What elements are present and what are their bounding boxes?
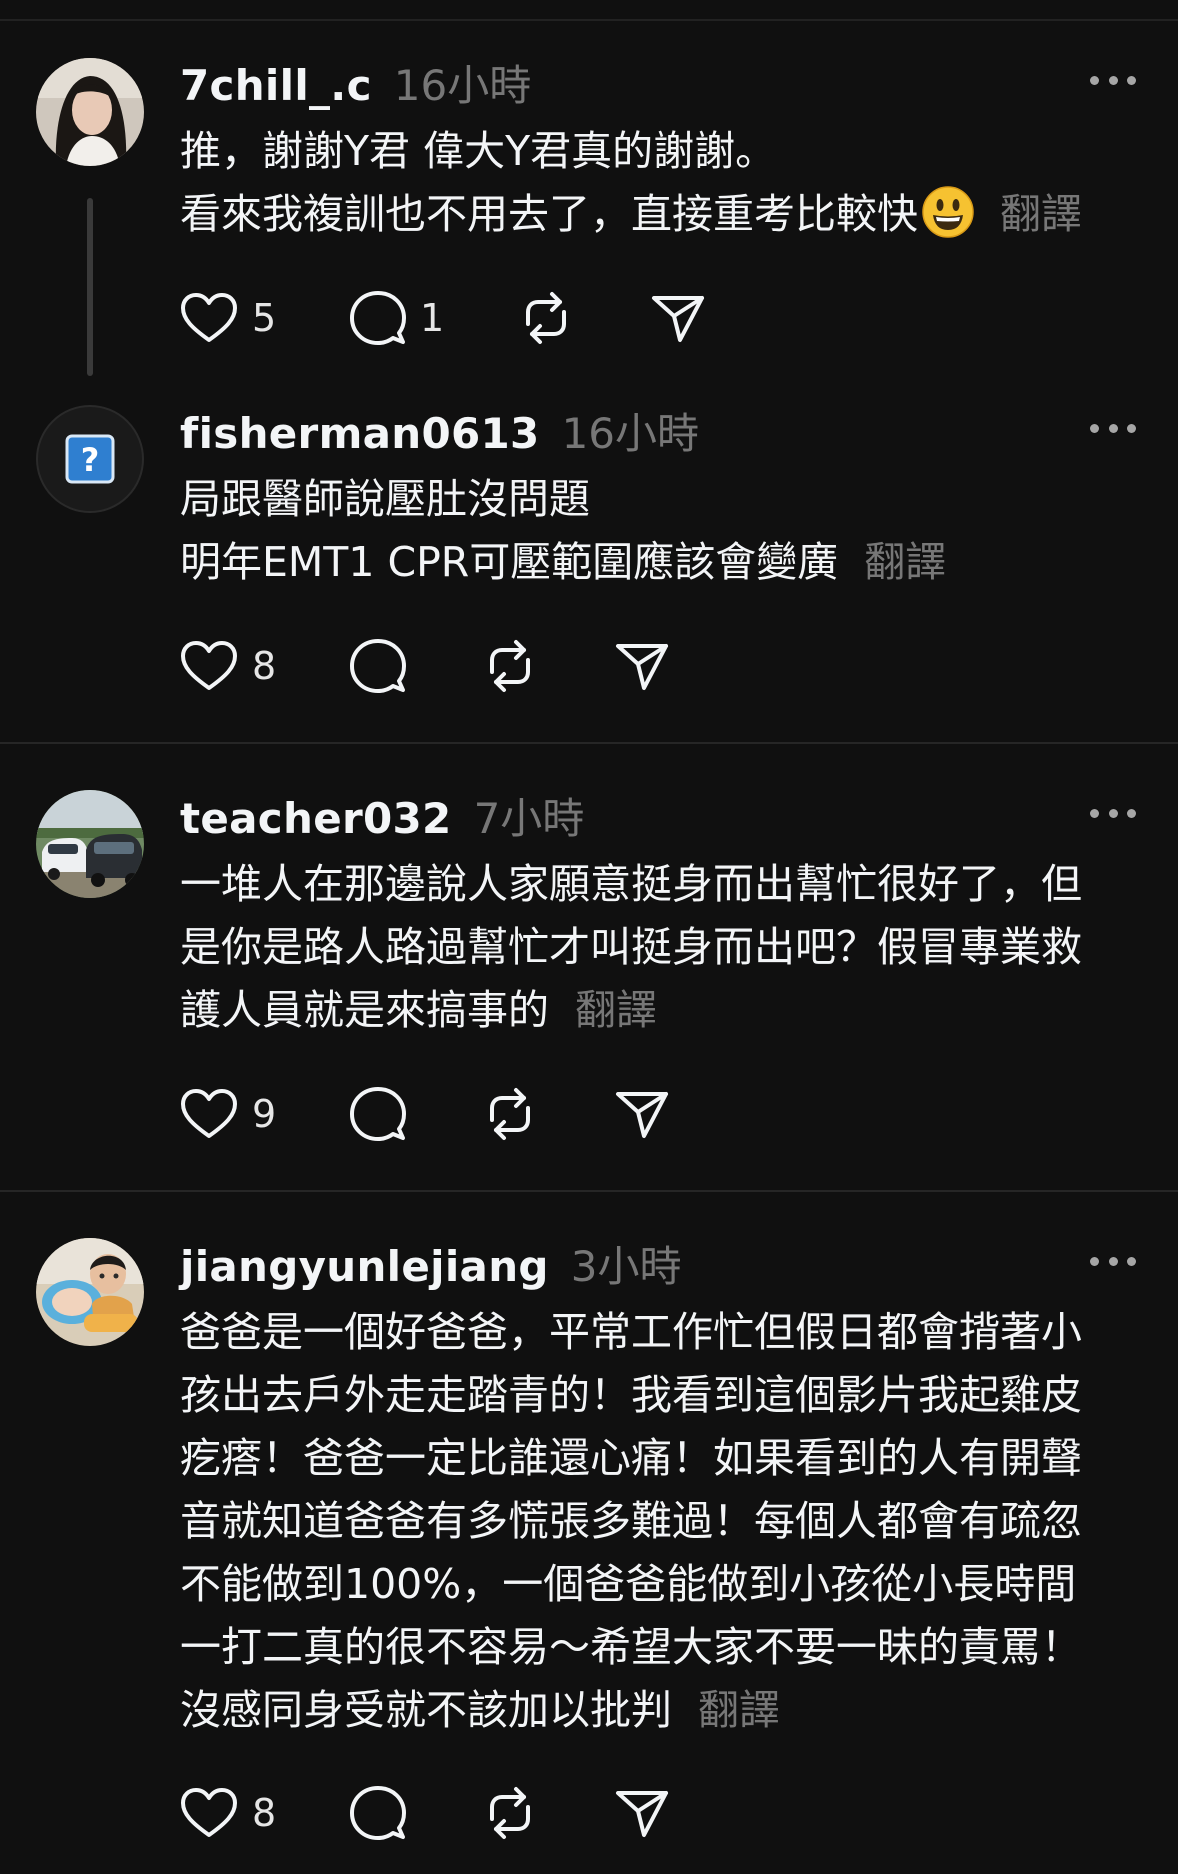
avatar[interactable]: ?: [36, 405, 144, 513]
repost-icon: [490, 1088, 530, 1140]
translate-link[interactable]: 翻譯: [575, 986, 657, 1034]
post-divider: [0, 742, 1178, 744]
like-count: 9: [252, 1092, 277, 1136]
post-header: fisherman0613 16小時: [180, 400, 699, 458]
post-text-line: 孩出去戶外走走踏青的！我看到這個影片我起雞皮: [180, 1371, 1082, 1419]
post-text-line: 明年EMT1 CPR可壓範圍應該會變廣: [180, 538, 839, 586]
comment-icon: [350, 639, 406, 693]
post-text-line: 爸爸是一個好爸爸，平常工作忙但假日都會揹著小: [180, 1308, 1082, 1356]
reply-count: 1: [420, 296, 445, 340]
repost-button[interactable]: [482, 636, 538, 696]
more-icon[interactable]: [1090, 70, 1136, 90]
username[interactable]: teacher032: [180, 794, 452, 843]
post-divider: [0, 1190, 1178, 1192]
avatar[interactable]: [36, 1238, 144, 1346]
share-button[interactable]: [614, 1084, 670, 1144]
like-button[interactable]: 5: [180, 288, 276, 348]
post-text-line: 推，謝謝Y君 偉大Y君真的謝謝。: [180, 127, 777, 175]
post-text-line: 一堆人在那邊說人家願意挺身而出幫忙很好了，但: [180, 860, 1082, 908]
post-text-line: 音就知道爸爸有多慌張多難過！每個人都會有疏忽: [180, 1497, 1082, 1545]
heart-icon: [181, 1089, 237, 1138]
like-count: 8: [252, 644, 277, 688]
reply-button[interactable]: [350, 636, 406, 696]
timestamp: 16小時: [393, 61, 532, 110]
post-header: 7chill_.c 16小時: [180, 52, 531, 110]
username[interactable]: jiangyunlejiang: [180, 1242, 549, 1291]
post-text-line: 看來我複訓也不用去了，直接重考比較快: [180, 190, 918, 238]
avatar[interactable]: [36, 58, 144, 166]
grinning-face-emoji: [922, 186, 974, 238]
share-button[interactable]: [650, 288, 706, 348]
more-icon[interactable]: [1090, 803, 1136, 823]
heart-icon: [181, 293, 237, 342]
translate-link[interactable]: 翻譯: [698, 1686, 780, 1734]
post-body: 爸爸是一個好爸爸，平常工作忙但假日都會揹著小 孩出去戶外走走踏青的！我看到這個影…: [180, 1301, 1140, 1742]
share-button[interactable]: [614, 636, 670, 696]
post-text-line: 一打二真的很不容易～希望大家不要一昧的責罵！: [180, 1623, 1082, 1671]
username[interactable]: 7chill_.c: [180, 61, 372, 110]
repost-button[interactable]: [518, 288, 574, 348]
reply-button[interactable]: 1: [350, 288, 444, 348]
translate-link[interactable]: 翻譯: [864, 538, 946, 586]
send-icon: [616, 644, 668, 690]
post-header: jiangyunlejiang 3小時: [180, 1233, 682, 1291]
repost-button[interactable]: [482, 1783, 538, 1843]
send-icon: [616, 1092, 668, 1138]
comment-icon: [350, 291, 406, 345]
like-button[interactable]: 9: [180, 1084, 276, 1144]
post-body: 推，謝謝Y君 偉大Y君真的謝謝。 看來我複訓也不用去了，直接重考比較快 翻譯: [180, 120, 1140, 246]
timestamp: 16小時: [561, 409, 700, 458]
like-button[interactable]: 8: [180, 1783, 276, 1843]
translate-link[interactable]: 翻譯: [1000, 190, 1082, 238]
like-button[interactable]: 8: [180, 636, 276, 696]
repost-icon: [490, 1787, 530, 1839]
thread-line: [87, 198, 93, 376]
username[interactable]: fisherman0613: [180, 409, 540, 458]
post-header: teacher032 7小時: [180, 785, 584, 843]
post-text-line: 疙瘩！爸爸一定比誰還心痛！如果看到的人有開聲: [180, 1434, 1082, 1482]
avatar[interactable]: [36, 790, 144, 898]
send-icon: [652, 296, 704, 342]
post-text-line: 護人員就是來搞事的: [180, 986, 549, 1034]
repost-icon: [526, 292, 566, 344]
repost-button[interactable]: [482, 1084, 538, 1144]
reply-button[interactable]: [350, 1783, 406, 1843]
post-body: 局跟醫師說壓肚沒問題 明年EMT1 CPR可壓範圍應該會變廣 翻譯: [180, 468, 1140, 594]
heart-icon: [181, 641, 237, 690]
share-button[interactable]: [614, 1783, 670, 1843]
post-text-line: 不能做到100%，一個爸爸能做到小孩從小長時間: [180, 1560, 1077, 1608]
top-divider: [0, 19, 1178, 21]
comment-icon: [350, 1786, 406, 1840]
timestamp: 7小時: [473, 794, 585, 843]
svg-text:?: ?: [81, 441, 100, 479]
post-text-line: 沒感同身受就不該加以批判: [180, 1686, 672, 1734]
repost-icon: [490, 640, 530, 692]
post-text-line: 局跟醫師說壓肚沒問題: [180, 475, 590, 523]
comment-icon: [350, 1087, 406, 1141]
timestamp: 3小時: [570, 1242, 682, 1291]
reply-button[interactable]: [350, 1084, 406, 1144]
more-icon[interactable]: [1090, 1251, 1136, 1271]
send-icon: [616, 1791, 668, 1837]
post-text-line: 是你是路人路過幫忙才叫挺身而出吧？假冒專業救: [180, 923, 1082, 971]
more-icon[interactable]: [1090, 418, 1136, 438]
post-body: 一堆人在那邊說人家願意挺身而出幫忙很好了，但 是你是路人路過幫忙才叫挺身而出吧？…: [180, 853, 1140, 1042]
like-count: 5: [252, 296, 277, 340]
heart-icon: [181, 1788, 237, 1837]
like-count: 8: [252, 1791, 277, 1835]
question-mark-icon: ?: [65, 434, 115, 484]
